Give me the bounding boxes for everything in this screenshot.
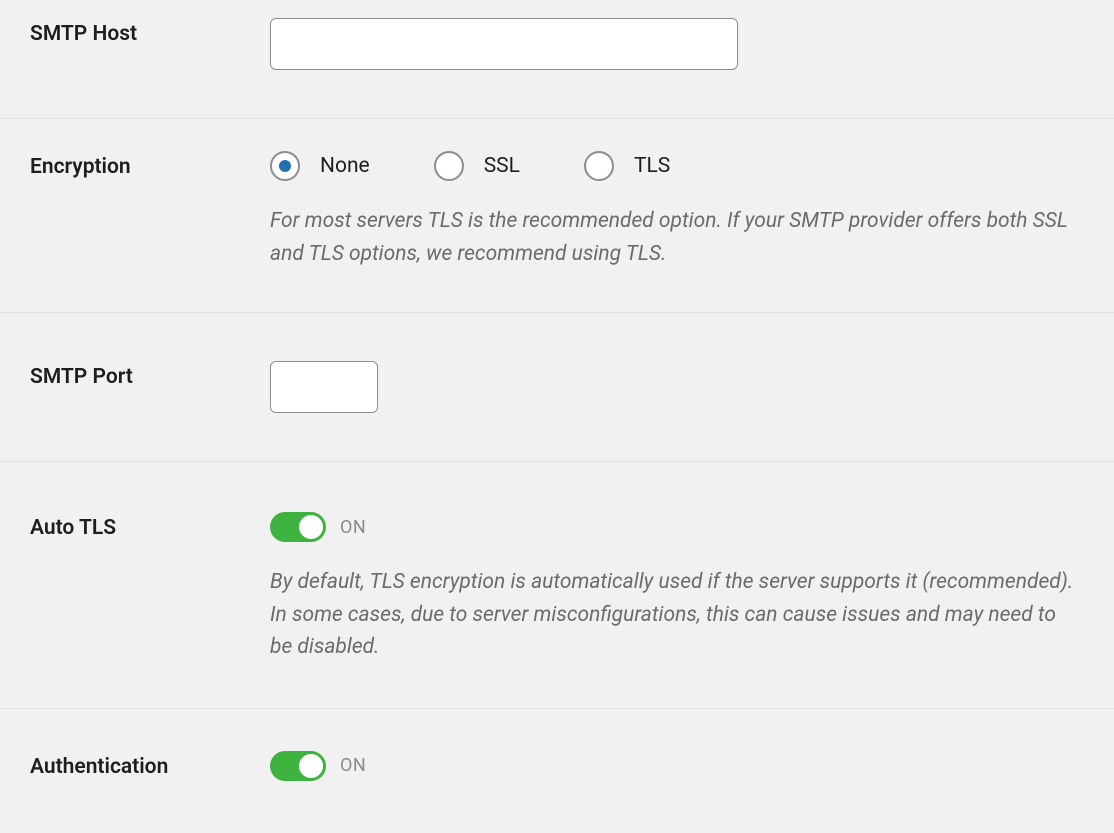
smtp-port-input[interactable] <box>270 361 378 413</box>
auto-tls-status: ON <box>340 517 366 538</box>
row-encryption: Encryption None SSL TLS For most servers… <box>0 119 1114 313</box>
row-authentication: Authentication ON <box>0 709 1114 807</box>
smtp-port-label: SMTP Port <box>30 361 270 389</box>
auto-tls-description: By default, TLS encryption is automatica… <box>270 566 1080 664</box>
authentication-toggle[interactable] <box>270 751 326 781</box>
auto-tls-toggle[interactable] <box>270 512 326 542</box>
radio-icon <box>584 151 614 181</box>
row-auto-tls: Auto TLS ON By default, TLS encryption i… <box>0 462 1114 709</box>
smtp-host-field <box>270 18 1084 70</box>
row-smtp-host: SMTP Host <box>0 0 1114 119</box>
radio-icon <box>434 151 464 181</box>
encryption-option-tls[interactable]: TLS <box>584 151 670 181</box>
encryption-option-ssl[interactable]: SSL <box>434 151 520 181</box>
smtp-host-input[interactable] <box>270 18 738 70</box>
radio-icon <box>270 151 300 181</box>
auto-tls-label: Auto TLS <box>30 512 270 540</box>
auto-tls-toggle-row: ON <box>270 512 1084 542</box>
encryption-option-none-label: None <box>320 154 370 178</box>
encryption-label: Encryption <box>30 151 270 179</box>
smtp-port-field <box>270 361 1084 413</box>
encryption-option-ssl-label: SSL <box>484 154 520 178</box>
authentication-field: ON <box>270 751 1084 781</box>
authentication-status: ON <box>340 755 366 776</box>
encryption-field: None SSL TLS For most servers TLS is the… <box>270 151 1084 270</box>
smtp-host-label: SMTP Host <box>30 18 270 46</box>
authentication-toggle-row: ON <box>270 751 1084 781</box>
smtp-settings-form: SMTP Host Encryption None SSL TLS <box>0 0 1114 807</box>
auto-tls-field: ON By default, TLS encryption is automat… <box>270 512 1084 664</box>
authentication-label: Authentication <box>30 751 270 779</box>
encryption-radio-group: None SSL TLS <box>270 151 1084 181</box>
row-smtp-port: SMTP Port <box>0 313 1114 462</box>
encryption-option-tls-label: TLS <box>634 154 670 178</box>
encryption-description: For most servers TLS is the recommended … <box>270 205 1080 270</box>
encryption-option-none[interactable]: None <box>270 151 370 181</box>
